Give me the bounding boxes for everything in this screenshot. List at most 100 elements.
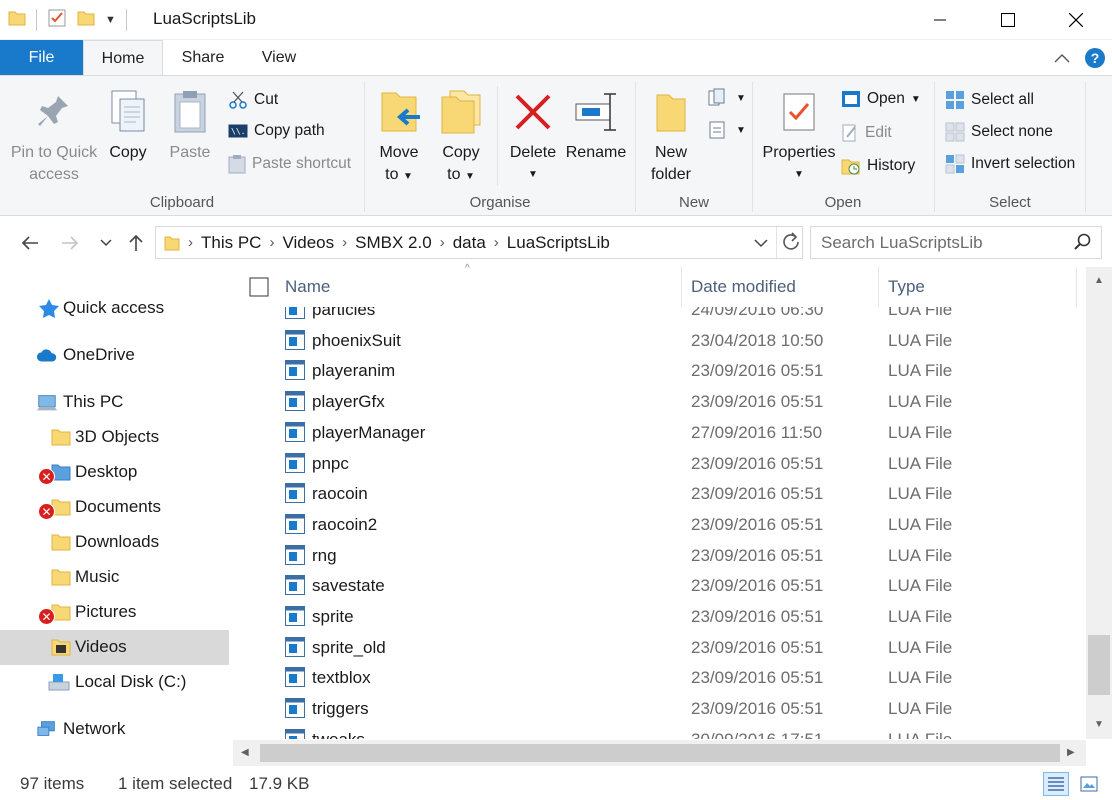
large-icons-view-button[interactable] — [1076, 772, 1102, 796]
table-row[interactable]: triggers 23/09/2016 05:51 LUA File — [233, 694, 1085, 724]
table-row[interactable]: sprite 23/09/2016 05:51 LUA File — [233, 602, 1085, 632]
pin-to-quick-access-button[interactable]: Pin to Quick access — [10, 84, 98, 186]
history-button[interactable]: History — [841, 156, 915, 176]
table-row[interactable]: pnpc 23/09/2016 05:51 LUA File — [233, 449, 1085, 479]
chevron-right-icon[interactable]: › — [269, 234, 274, 251]
up-button[interactable] — [124, 231, 148, 255]
tab-view[interactable]: View — [244, 40, 314, 75]
table-row[interactable]: playeranim 23/09/2016 05:51 LUA File — [233, 356, 1085, 386]
breadcrumb-luascriptslib[interactable]: LuaScriptsLib — [507, 233, 610, 253]
column-header-date[interactable]: Date modified — [691, 267, 879, 307]
breadcrumb-smbx[interactable]: SMBX 2.0 — [355, 233, 432, 253]
properties-button[interactable]: Properties ▼ — [761, 84, 837, 186]
scroll-left-icon[interactable]: ◀ — [241, 747, 249, 758]
scroll-down-icon[interactable]: ▼ — [1094, 719, 1104, 730]
column-divider[interactable] — [1076, 267, 1077, 307]
nav-item-documents[interactable]: ✕ Documents — [0, 490, 229, 525]
select-none-button[interactable]: Select none — [945, 122, 1053, 142]
nav-item-this-pc[interactable]: This PC — [0, 385, 229, 420]
collapse-ribbon-button[interactable] — [1050, 46, 1074, 70]
refresh-button[interactable] — [781, 232, 801, 257]
table-row[interactable]: phoenixSuit 23/04/2018 10:50 LUA File — [233, 326, 1085, 356]
table-row[interactable]: savestate 23/09/2016 05:51 LUA File — [233, 571, 1085, 601]
copy-to-button[interactable]: Copy to ▼ — [437, 84, 485, 188]
table-row[interactable]: rng 23/09/2016 05:51 LUA File — [233, 541, 1085, 571]
cut-button[interactable]: Cut — [228, 90, 278, 110]
select-all-button[interactable]: Select all — [945, 90, 1034, 110]
paste-shortcut-button[interactable]: Paste shortcut — [228, 154, 351, 174]
new-item-button[interactable]: ▼ — [708, 88, 746, 108]
easy-access-button[interactable]: ▼ — [708, 120, 746, 140]
nav-item-pictures[interactable]: ✕ Pictures — [0, 595, 229, 630]
delete-button[interactable]: Delete ▼ — [509, 84, 557, 186]
maximize-button[interactable] — [974, 0, 1042, 40]
copy-button[interactable]: Copy — [104, 84, 152, 164]
lua-file-icon — [285, 391, 305, 412]
column-divider[interactable] — [878, 267, 879, 307]
move-to-button[interactable]: Move to ▼ — [375, 84, 423, 188]
tab-file[interactable]: File — [0, 40, 83, 75]
horizontal-scrollbar-thumb[interactable] — [260, 744, 1060, 762]
nav-item-videos[interactable]: Videos — [0, 630, 229, 665]
back-button[interactable] — [18, 231, 42, 255]
new-item-icon — [708, 88, 725, 106]
nav-item-desktop[interactable]: ✕ Desktop — [0, 455, 229, 490]
edit-button[interactable]: Edit — [841, 123, 892, 143]
table-row[interactable]: particles 24/09/2016 06:30 LUA File — [233, 307, 1085, 325]
table-row[interactable]: sprite_old 23/09/2016 05:51 LUA File — [233, 633, 1085, 663]
minimize-button[interactable] — [906, 0, 974, 40]
table-row[interactable]: tweaks 30/09/2016 17:51 LUA File — [233, 725, 1085, 739]
paste-button[interactable]: Paste — [166, 84, 214, 164]
chevron-right-icon[interactable]: › — [188, 234, 193, 251]
table-row[interactable]: playerGfx 23/09/2016 05:51 LUA File — [233, 387, 1085, 417]
vertical-scrollbar-thumb[interactable] — [1088, 635, 1110, 695]
details-view-button[interactable] — [1043, 772, 1069, 796]
nav-item-onedrive[interactable]: OneDrive — [0, 338, 229, 373]
breadcrumb-videos[interactable]: Videos — [282, 233, 334, 253]
copy-path-button[interactable]: \\.. Copy path — [228, 122, 325, 140]
table-row[interactable]: textblox 23/09/2016 05:51 LUA File — [233, 663, 1085, 693]
pin-label-line2: access — [29, 166, 79, 183]
open-button[interactable]: Open ▼ — [841, 90, 921, 108]
tab-share[interactable]: Share — [168, 40, 238, 75]
help-icon: ? — [1090, 50, 1100, 66]
address-bar[interactable]: › This PC › Videos › SMBX 2.0 › data › L… — [155, 226, 803, 259]
forward-button[interactable] — [58, 231, 82, 255]
rename-button[interactable]: Rename — [565, 84, 627, 164]
new-folder-button[interactable]: New folder — [646, 84, 696, 186]
recent-locations-button[interactable] — [94, 231, 118, 255]
easy-access-icon — [709, 121, 725, 139]
new-folder-icon[interactable] — [77, 9, 95, 32]
new-folder-label-line2: folder — [650, 166, 692, 183]
breadcrumb-data[interactable]: data — [453, 233, 486, 253]
chevron-right-icon[interactable]: › — [342, 234, 347, 251]
nav-item-quick-access[interactable]: Quick access — [0, 291, 229, 326]
table-row[interactable]: playerManager 27/09/2016 11:50 LUA File — [233, 418, 1085, 448]
nav-item-local-disk[interactable]: Local Disk (C:) — [0, 665, 229, 700]
tab-home[interactable]: Home — [83, 40, 163, 76]
scroll-up-icon[interactable]: ▲ — [1094, 275, 1104, 286]
select-all-checkbox[interactable] — [249, 267, 269, 307]
address-history-dropdown[interactable] — [754, 235, 768, 253]
search-icon[interactable] — [1073, 233, 1091, 256]
properties-icon[interactable] — [47, 8, 67, 33]
close-button[interactable] — [1042, 0, 1110, 40]
file-name: phoenixSuit — [312, 330, 401, 350]
breadcrumb-this-pc[interactable]: This PC — [201, 233, 261, 253]
column-header-name[interactable]: Name — [285, 267, 680, 307]
chevron-right-icon[interactable]: › — [494, 234, 499, 251]
table-row[interactable]: raocoin 23/09/2016 05:51 LUA File — [233, 479, 1085, 509]
column-divider[interactable] — [681, 267, 682, 307]
column-header-type[interactable]: Type — [888, 267, 1078, 307]
invert-selection-button[interactable]: Invert selection — [945, 154, 1075, 174]
customize-toolbar-dropdown-icon[interactable]: ▼ — [105, 14, 116, 26]
search-input[interactable]: Search LuaScriptsLib — [810, 226, 1102, 259]
nav-item-music[interactable]: Music — [0, 560, 229, 595]
table-row[interactable]: raocoin2 23/09/2016 05:51 LUA File — [233, 510, 1085, 540]
nav-item-downloads[interactable]: Downloads — [0, 525, 229, 560]
nav-item-network[interactable]: Network — [0, 712, 229, 747]
chevron-right-icon[interactable]: › — [440, 234, 445, 251]
scroll-right-icon[interactable]: ▶ — [1067, 747, 1075, 758]
nav-item-3d-objects[interactable]: 3D Objects — [0, 420, 229, 455]
help-button[interactable]: ? — [1085, 48, 1105, 68]
